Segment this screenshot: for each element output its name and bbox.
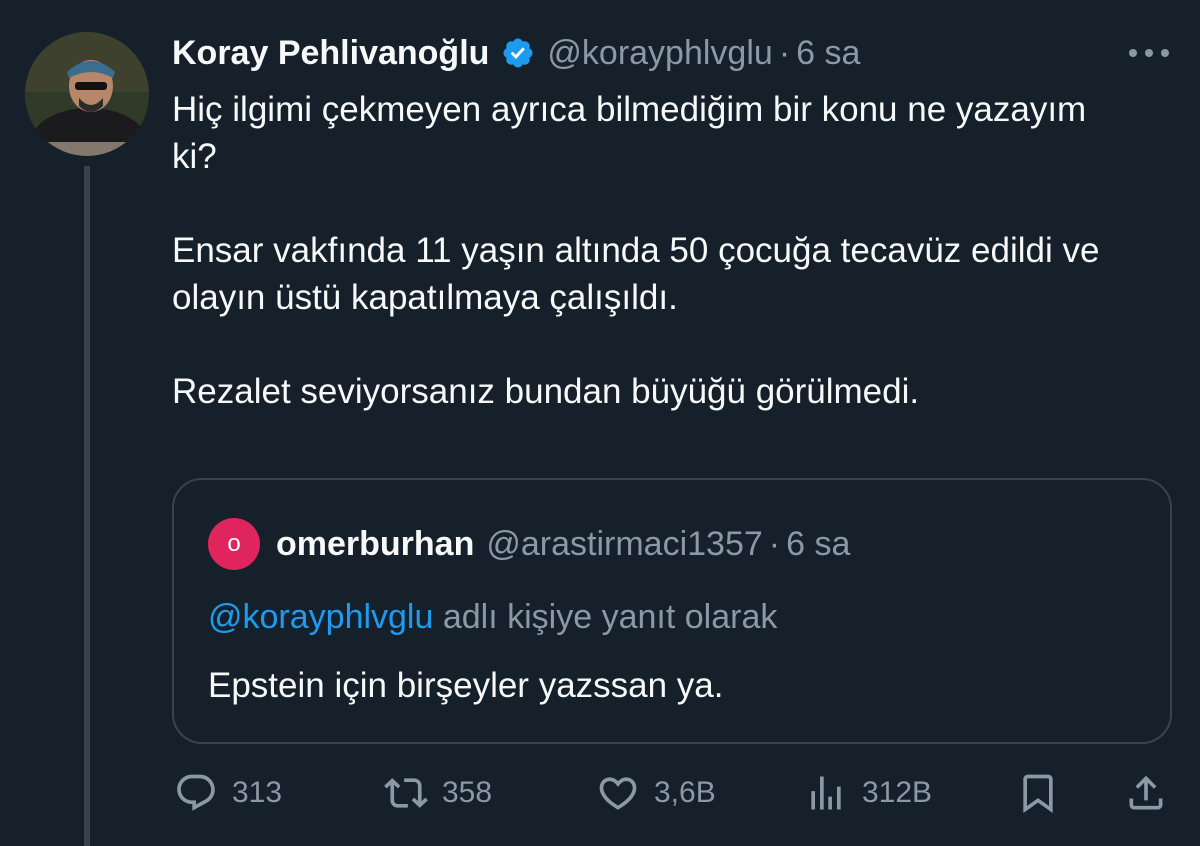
views-count: 312B <box>862 776 933 809</box>
separator-dot: · <box>778 33 791 72</box>
verified-badge-icon <box>503 38 533 68</box>
like-count: 3,6B <box>654 776 716 809</box>
thread-line <box>84 166 90 846</box>
retweet-count: 358 <box>442 776 493 809</box>
reply-count: 313 <box>232 776 283 809</box>
tweet: Koray Pehlivanoğlu @korayphlvglu · 6 sa … <box>0 0 1200 846</box>
share-icon <box>1129 775 1163 810</box>
tweet-time[interactable]: 6 sa <box>796 34 860 73</box>
author-avatar[interactable] <box>25 32 149 156</box>
more-icon <box>1129 49 1169 57</box>
reply-mention-link[interactable]: @korayphlvglu <box>208 598 433 636</box>
like-button[interactable]: 3,6B <box>596 766 716 820</box>
views-button[interactable]: 312B <box>804 766 932 820</box>
reply-icon <box>177 774 215 811</box>
retweet-icon <box>384 778 428 808</box>
author-handle[interactable]: @korayphlvglu <box>547 34 772 73</box>
share-button[interactable] <box>1124 766 1168 820</box>
quoted-avatar-letter: o <box>227 530 241 557</box>
reply-context-text: adlı kişiye yanıt olarak <box>442 598 778 636</box>
views-icon <box>811 776 841 810</box>
author-name[interactable]: Koray Pehlivanoğlu <box>172 34 489 73</box>
quoted-reply-context: @korayphlvglu adlı kişiye yanıt olarak <box>208 598 777 637</box>
separator-dot: · <box>768 524 781 563</box>
tweet-text: Hiç ilgimi çekmeyen ayrıca bilmediğim bi… <box>172 86 1162 462</box>
bookmark-icon <box>1023 774 1053 814</box>
retweet-button[interactable]: 358 <box>384 766 492 820</box>
quoted-header: o omerburhan @arastirmaci1357 · 6 sa <box>208 518 851 570</box>
quoted-author-handle[interactable]: @arastirmaci1357 <box>486 525 762 564</box>
like-icon <box>599 777 637 810</box>
reply-button[interactable]: 313 <box>174 766 282 820</box>
tweet-header: Koray Pehlivanoğlu @korayphlvglu · 6 sa <box>172 28 860 78</box>
quoted-author-name[interactable]: omerburhan <box>276 525 474 564</box>
quoted-text: Epstein için birşeyler yazssan ya. <box>208 666 724 705</box>
tweet-paragraph: Rezalet seviyorsanız bundan büyüğü görül… <box>172 372 920 411</box>
more-button[interactable] <box>1124 36 1174 70</box>
tweet-paragraph: Hiç ilgimi çekmeyen ayrıca bilmediğim bi… <box>172 90 1087 176</box>
quoted-tweet[interactable]: o omerburhan @arastirmaci1357 · 6 sa @ko… <box>172 478 1172 744</box>
quoted-time: 6 sa <box>786 524 851 563</box>
bookmark-button[interactable] <box>1016 766 1060 820</box>
quoted-avatar[interactable]: o <box>208 518 260 570</box>
tweet-paragraph: Ensar vakfında 11 yaşın altında 50 çocuğ… <box>172 231 1100 317</box>
